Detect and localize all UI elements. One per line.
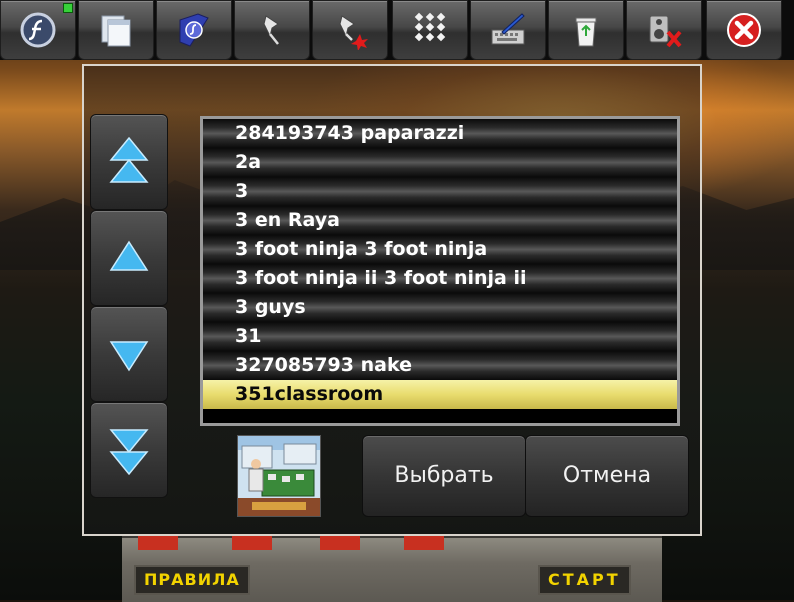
list-item[interactable]: 3 bbox=[203, 177, 677, 206]
pin-remove-button[interactable] bbox=[312, 0, 388, 60]
windows-icon bbox=[101, 15, 131, 47]
keyboard-button[interactable] bbox=[470, 0, 546, 60]
game-tile bbox=[138, 536, 178, 550]
list-item[interactable]: 31 bbox=[203, 322, 677, 351]
keyboard-pen-icon bbox=[491, 13, 525, 45]
mute-button[interactable] bbox=[626, 0, 702, 60]
list-item[interactable]: 2a bbox=[203, 148, 677, 177]
grid-button[interactable] bbox=[392, 0, 468, 60]
list-item[interactable]: 327085793 nake bbox=[203, 351, 677, 380]
page-down-button[interactable] bbox=[90, 402, 168, 498]
pin-icon bbox=[263, 15, 279, 45]
game-preview-thumbnail bbox=[237, 435, 321, 517]
page-up-button[interactable] bbox=[90, 114, 168, 210]
close-icon bbox=[727, 13, 761, 47]
close-button[interactable] bbox=[706, 0, 782, 60]
list-item[interactable]: 284193743 paparazzi bbox=[203, 119, 677, 148]
list-item[interactable]: 3 foot ninja 3 foot ninja bbox=[203, 235, 677, 264]
line-up-button[interactable] bbox=[90, 210, 168, 306]
flash-player-icon bbox=[20, 12, 56, 48]
chevron-down-icon bbox=[109, 341, 149, 372]
game-tile bbox=[320, 536, 360, 550]
game-rules-button[interactable]: ПРАВИЛА bbox=[134, 565, 250, 595]
flash-book-icon bbox=[179, 13, 209, 47]
game-preview-image bbox=[238, 436, 320, 516]
double-chevron-up-icon bbox=[109, 136, 149, 183]
list-item[interactable]: 3 en Raya bbox=[203, 206, 677, 235]
status-led bbox=[63, 3, 73, 13]
windows-button[interactable] bbox=[78, 0, 154, 60]
list-item[interactable]: 351classroom bbox=[203, 380, 677, 409]
pin-remove-icon bbox=[339, 15, 368, 50]
game-tile bbox=[232, 536, 272, 550]
list-item[interactable]: 3 foot ninja ii 3 foot ninja ii bbox=[203, 264, 677, 293]
top-toolbar bbox=[0, 0, 794, 60]
recycle-bin-button[interactable] bbox=[548, 0, 624, 60]
select-button[interactable]: Выбрать bbox=[362, 435, 526, 517]
speaker-mute-icon bbox=[649, 15, 682, 48]
line-down-button[interactable] bbox=[90, 306, 168, 402]
chevron-up-icon bbox=[109, 240, 149, 271]
list-item[interactable]: 3 guys bbox=[203, 293, 677, 322]
double-chevron-down-icon bbox=[109, 429, 149, 476]
flash-book-button[interactable] bbox=[156, 0, 232, 60]
pin-button[interactable] bbox=[234, 0, 310, 60]
game-start-button[interactable]: СТАРТ bbox=[538, 565, 631, 595]
flash-player-button[interactable] bbox=[0, 0, 76, 60]
grid-dots-icon bbox=[414, 12, 446, 42]
cancel-button[interactable]: Отмена bbox=[525, 435, 689, 517]
recycle-bin-icon bbox=[575, 17, 597, 47]
game-list[interactable]: 284193743 paparazzi 2a 3 3 en Raya 3 foo… bbox=[200, 116, 680, 426]
game-tile bbox=[404, 536, 444, 550]
